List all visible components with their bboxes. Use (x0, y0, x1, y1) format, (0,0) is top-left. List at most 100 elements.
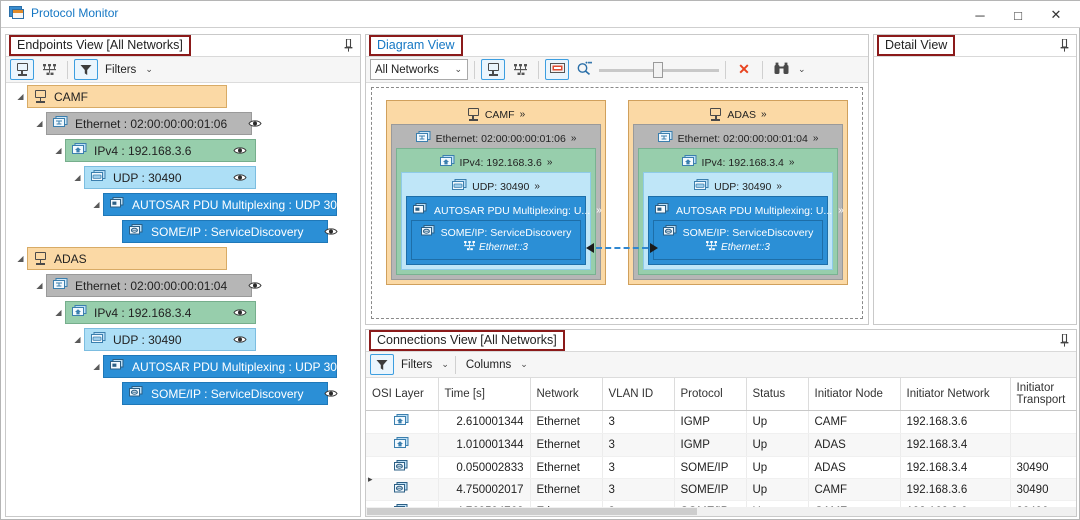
tree-expander[interactable]: ◢ (14, 92, 27, 101)
chevron-down-icon[interactable]: » (813, 133, 819, 144)
tree-expander[interactable]: ◢ (33, 119, 46, 128)
table-column-header[interactable]: Network (530, 378, 603, 411)
diagram-layer-pdu[interactable]: AUTOSAR PDU Multiplexing: U... » SOME/IP: … (406, 196, 602, 265)
visibility-eye-icon[interactable] (234, 279, 262, 293)
table-column-header[interactable]: Status (746, 378, 809, 411)
diagram-layer-host[interactable]: ADAS» Ethernet: 02:00:00:00:01:04» IPv4: 1… (628, 100, 848, 285)
connection-link[interactable] (586, 242, 658, 254)
tree-node[interactable]: ◢ Ethernet : 02:00:00:00:01:06 (6, 110, 360, 137)
filters-label[interactable]: Filters (101, 64, 140, 76)
tree-node-box[interactable]: IPv4 : 192.168.3.4 (65, 301, 256, 324)
frame-view-button[interactable] (545, 59, 569, 80)
visibility-eye-icon[interactable] (219, 333, 247, 347)
tree-node-box[interactable]: UDP : 30490 (84, 166, 256, 189)
clear-button[interactable]: ✕ (732, 59, 756, 80)
zoom-slider-thumb[interactable] (653, 61, 663, 78)
visibility-eye-icon[interactable] (310, 387, 339, 401)
diagram-layer-ethernet[interactable]: Ethernet: 02:00:00:00:01:04» IPv4: 192.16… (633, 124, 844, 280)
connections-table-wrapper[interactable]: ▸ OSI Layer Time [s] Network VLAN ID Protoco… (366, 378, 1076, 516)
table-body[interactable]: 2.610001344 Ethernet 3 IGMP Up CAMF 192.168.3.… (366, 410, 1076, 516)
diagram-layer-pdu[interactable]: AUTOSAR PDU Multiplexing: U... » SOME/IP: … (648, 196, 844, 265)
chevron-down-icon[interactable]: » (596, 205, 602, 216)
tree-node-box[interactable]: Ethernet : 02:00:00:00:01:04 (46, 274, 262, 297)
visibility-eye-icon[interactable] (219, 171, 247, 185)
diagram-network-button[interactable] (508, 59, 532, 80)
tree-node-box[interactable]: Ethernet : 02:00:00:00:01:06 (46, 112, 262, 135)
endpoints-tree[interactable]: ◢ CAMF ◢ Ethernet : 02:00:00:00:01:06 ◢ IPv4 … (6, 83, 360, 516)
diagram-layer-udp[interactable]: UDP: 30490» AUTOSAR PDU Multiplexing: U..… (401, 172, 602, 270)
tree-node[interactable]: ◢ IPv4 : 192.168.3.4 (6, 299, 360, 326)
zoom-slider[interactable] (599, 60, 719, 80)
tree-node-box[interactable]: UDP : 30490 (84, 328, 256, 351)
diagram-layer-ipv4[interactable]: IPv4: 192.168.3.6» UDP: 30490» AUTOSAR PDU… (396, 148, 602, 275)
table-column-header[interactable]: Initiator Transport (1010, 378, 1076, 411)
tree-node[interactable]: SOME/IP : ServiceDiscovery (6, 218, 360, 245)
table-row[interactable]: 1.010001344 Ethernet 3 IGMP Up ADAS 192.168.3.… (366, 433, 1076, 457)
chevron-down-icon[interactable]: » (776, 181, 782, 192)
endpoints-pin-icon[interactable] (344, 38, 353, 55)
connections-pin-icon[interactable] (1060, 333, 1069, 350)
endpoint-filter-button[interactable] (10, 59, 34, 80)
diagram-node-camf[interactable]: CAMF» Ethernet: 02:00:00:00:01:06» IPv4: 1… (386, 100, 606, 285)
table-column-header[interactable]: Initiator Network (900, 378, 1011, 411)
tree-node[interactable]: ◢ AUTOSAR PDU Multiplexing : UDP 30490 (6, 353, 360, 380)
tree-node-box[interactable]: AUTOSAR PDU Multiplexing : UDP 30490 (103, 193, 357, 216)
minimize-button[interactable]: ─ (961, 4, 999, 26)
tree-expander[interactable]: ◢ (90, 200, 103, 209)
tree-node[interactable]: ◢ UDP : 30490 (6, 326, 360, 353)
tree-node[interactable]: ◢ CAMF (6, 83, 360, 110)
chevron-down-icon[interactable]: » (547, 157, 553, 168)
tree-node[interactable]: SOME/IP : ServiceDiscovery (6, 380, 360, 407)
columns-label[interactable]: Columns (462, 359, 515, 371)
diagram-layer-someip[interactable]: SOME/IP: ServiceDiscovery Ethernet::3 (411, 220, 581, 260)
diagram-layer-host[interactable]: CAMF» Ethernet: 02:00:00:00:01:06» IPv4: 1… (386, 100, 606, 285)
table-row[interactable]: 2.610001344 Ethernet 3 IGMP Up CAMF 192.168.3.… (366, 410, 1076, 434)
find-caret-icon[interactable]: ⌄ (798, 64, 806, 75)
table-horizontal-scrollbar[interactable] (366, 507, 1076, 516)
visibility-eye-icon[interactable] (219, 144, 247, 158)
diagram-node-adas[interactable]: ADAS» Ethernet: 02:00:00:00:01:04» IPv4: 1… (628, 100, 848, 285)
chevron-down-icon[interactable]: » (534, 181, 540, 192)
diagram-layer-ethernet[interactable]: Ethernet: 02:00:00:00:01:06» IPv4: 192.16… (391, 124, 602, 280)
tree-expander[interactable]: ◢ (52, 146, 65, 155)
diagram-layer-udp[interactable]: UDP: 30490» AUTOSAR PDU Multiplexing: U..… (643, 172, 844, 270)
tree-node[interactable]: ◢ UDP : 30490 (6, 164, 360, 191)
maximize-button[interactable]: □ (999, 4, 1037, 26)
tree-node[interactable]: ◢ IPv4 : 192.168.3.6 (6, 137, 360, 164)
connections-filters-caret-icon[interactable]: ⌄ (441, 359, 449, 370)
visibility-eye-icon[interactable] (310, 225, 339, 239)
tree-node-box[interactable]: SOME/IP : ServiceDiscovery (122, 382, 339, 405)
tree-node-box[interactable]: CAMF (27, 85, 227, 108)
diagram-endpoint-button[interactable] (481, 59, 505, 80)
table-column-header[interactable]: Initiator Node (808, 378, 901, 411)
chevron-down-icon[interactable]: » (761, 109, 767, 120)
tree-expander[interactable]: ◢ (33, 281, 46, 290)
chevron-down-icon[interactable]: » (520, 109, 526, 120)
network-filter-button[interactable] (37, 59, 61, 80)
tree-node-box[interactable]: AUTOSAR PDU Multiplexing : UDP 30490 (103, 355, 357, 378)
chevron-down-icon[interactable]: » (789, 157, 795, 168)
tree-node[interactable]: ◢ Ethernet : 02:00:00:00:01:04 (6, 272, 360, 299)
chevron-down-icon[interactable]: » (571, 133, 577, 144)
visibility-eye-icon[interactable] (219, 306, 247, 320)
visibility-eye-icon[interactable] (234, 117, 262, 131)
tree-expander[interactable]: ◢ (14, 254, 27, 263)
filters-caret-icon[interactable]: ⌄ (145, 64, 153, 75)
table-column-header[interactable]: Time [s] (438, 378, 531, 411)
tree-node-box[interactable]: ADAS (27, 247, 227, 270)
tree-node-box[interactable]: IPv4 : 192.168.3.6 (65, 139, 256, 162)
connections-filters-label[interactable]: Filters (397, 359, 436, 371)
tree-node[interactable]: ◢ ADAS (6, 245, 360, 272)
zoom-button[interactable] (572, 59, 596, 80)
row-splitter-icon[interactable]: ▸ (368, 474, 373, 485)
tree-expander[interactable]: ◢ (52, 308, 65, 317)
diagram-layer-ipv4[interactable]: IPv4: 192.168.3.4» UDP: 30490» AUTOSAR PDU… (638, 148, 844, 275)
network-select[interactable]: All Networks ⌄ (370, 59, 468, 80)
close-button[interactable]: ✕ (1037, 4, 1075, 26)
tree-expander[interactable]: ◢ (71, 173, 84, 182)
scrollbar-thumb[interactable] (367, 508, 697, 515)
tree-expander[interactable]: ◢ (71, 335, 84, 344)
table-column-header[interactable]: VLAN ID (602, 378, 675, 411)
diagram-layer-someip[interactable]: SOME/IP: ServiceDiscovery Ethernet::3 (653, 220, 823, 260)
tree-node[interactable]: ◢ AUTOSAR PDU Multiplexing : UDP 30490 (6, 191, 360, 218)
